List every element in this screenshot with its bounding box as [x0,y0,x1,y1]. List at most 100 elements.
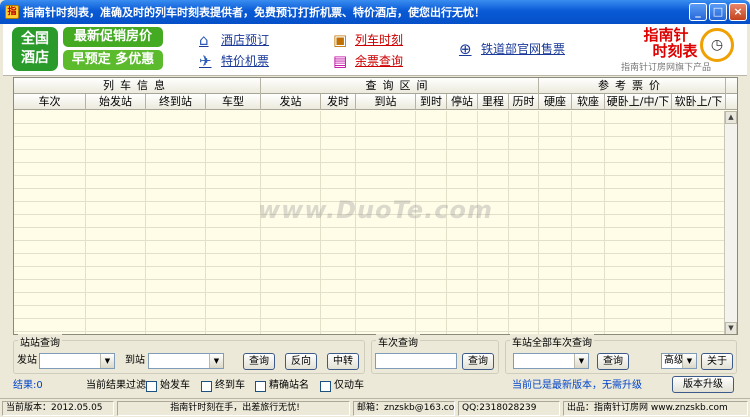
train-query-button[interactable]: 查询 [462,353,494,370]
group-header-train-info: 列车信息 [14,78,261,94]
brand-line2: 时刻表 [652,42,698,60]
origin-train-checkbox[interactable]: 始发车 [146,379,190,393]
timetable-link[interactable]: ▣ 列车时刻 [333,31,403,48]
close-button[interactable]: × [729,3,747,21]
all-trains-query-button[interactable]: 查询 [597,353,629,370]
station-combo[interactable]: ▼ [513,353,589,369]
hotel-logo-line1: 全国 [21,31,49,47]
col-arrive-station[interactable]: 到站 [356,94,416,110]
chevron-down-icon[interactable]: ▼ [574,354,588,368]
flight-label: 特价机票 [221,54,270,68]
status-qq: QQ:2318028239 [458,401,560,416]
ticket-query-label: 余票查询 [355,54,404,68]
train-number-input[interactable] [375,353,457,369]
ticket-query-link[interactable]: ▤ 余票查询 [333,52,403,69]
all-trains-query-title: 车站全部车次查询 [510,334,594,349]
checkbox-icon[interactable] [201,380,212,392]
house-icon: ⌂ [199,30,209,49]
grid-vertical-scrollbar[interactable]: ▲ ▼ [724,111,737,334]
hotel-logo[interactable]: 全国 酒店 [12,27,58,71]
col-hard-sleeper[interactable]: 硬卧上/中/下 [605,94,672,110]
checkbox-icon[interactable] [146,380,157,392]
col-soft-sleeper[interactable]: 软卧上/下 [672,94,726,110]
watermark: www.DuoTe.com [258,196,493,224]
brand-logo: 指南针 时刻表 指南针订房网旗下产品 [621,27,711,74]
title-bar[interactable]: 指 指南针时刻表，准确及时的列车时刻表提供者，免费预订打折机票、特价酒店，使您出… [0,0,750,24]
promo-banner[interactable]: 最新促销房价 早预定 多优惠 [63,27,163,71]
banner: 全国 酒店 最新促销房价 早预定 多优惠 ⌂ 酒店预订 ✈ 特价机票 ▣ 列车时… [3,24,747,76]
col-stops[interactable]: 停站 [447,94,478,110]
brand-subtitle: 指南针订房网旗下产品 [621,63,712,73]
col-duration[interactable]: 历时 [509,94,539,110]
timetable-label: 列车时刻 [355,33,404,47]
filter-label: 当前结果过滤: [86,380,150,391]
from-station-combo[interactable]: ▼ [39,353,115,369]
update-message: 当前已是最新版本，无需升级 [512,380,642,391]
col-origin[interactable]: 始发站 [86,94,146,110]
maximize-button[interactable]: □ [709,3,727,21]
status-version: 当前版本：2012.05.05 [2,401,114,416]
col-depart-station[interactable]: 发站 [261,94,321,110]
station-query-title: 站站查询 [18,334,62,349]
status-slogan: 指南针时刻在手，出差旅行无忧! [117,401,350,416]
app-icon: 指 [5,5,19,19]
exact-station-checkbox[interactable]: 精确站名 [255,379,309,393]
minimize-button[interactable]: _ [689,3,707,21]
brand-line1: 指南针 [643,26,689,44]
result-count: 结果:0 [13,380,43,391]
train-icon: ▣ [333,30,348,49]
origin-train-label: 始发车 [160,380,190,391]
col-train-no[interactable]: 车次 [14,94,86,110]
to-station-label: 到站 [125,355,145,366]
to-station-combo[interactable]: ▼ [148,353,224,369]
hotel-booking-link[interactable]: ⌂ 酒店预订 [199,31,269,48]
emu-only-checkbox[interactable]: 仅动车 [320,379,364,393]
station-query-button[interactable]: 查询 [243,353,275,370]
checkbox-icon[interactable] [255,380,266,392]
airplane-icon: ✈ [199,51,212,70]
promo-line1: 最新促销房价 [63,27,163,47]
all-trains-query-group: 车站全部车次查询 ▼ 查询 高级 ▼ 关于 [505,334,737,374]
advanced-dropdown[interactable]: 高级 ▼ [661,353,697,369]
col-depart-time[interactable]: 发时 [321,94,356,110]
group-header-query-range: 查询区间 [261,78,539,94]
chevron-down-icon[interactable]: ▼ [682,354,696,368]
advanced-label: 高级 [664,355,684,366]
window-title: 指南针时刻表，准确及时的列车时刻表提供者，免费预订打折机票、特价酒店，使您出行无… [23,6,485,19]
col-hard-seat[interactable]: 硬座 [539,94,572,110]
chevron-down-icon[interactable]: ▼ [100,354,114,368]
col-train-type[interactable]: 车型 [206,94,261,110]
checkbox-icon[interactable] [320,380,331,392]
ticket-icon: ▤ [333,51,348,70]
terminal-train-label: 终到车 [215,380,245,391]
transfer-button[interactable]: 中转 [327,353,359,370]
emu-only-label: 仅动车 [334,380,364,391]
col-distance[interactable]: 里程 [478,94,509,110]
railway-official-link[interactable]: ⊕ 铁道部官网售票 [459,40,565,57]
scroll-down-icon[interactable]: ▼ [725,322,737,334]
status-email: 邮箱：znzskb@163.com [353,401,455,416]
status-bar: 当前版本：2012.05.05 指南针时刻在手，出差旅行无忧! 邮箱：znzsk… [0,398,750,417]
from-station-label: 发站 [17,355,37,366]
about-button[interactable]: 关于 [701,353,733,370]
promo-line2: 早预定 多优惠 [63,50,163,70]
col-terminal[interactable]: 终到站 [146,94,206,110]
train-query-title: 车次查询 [376,334,420,349]
chevron-down-icon[interactable]: ▼ [209,354,223,368]
col-soft-seat[interactable]: 软座 [572,94,605,110]
status-product: 出品：指南针订房网 www.znzskb.com [563,401,748,416]
col-arrive-time[interactable]: 到时 [416,94,447,110]
station-query-group: 站站查询 发站 ▼ 到站 ▼ 查询 反向 中转 [13,334,365,374]
group-header-fares: 参考票价 [539,78,726,94]
terminal-train-checkbox[interactable]: 终到车 [201,379,245,393]
railway-logo-icon: ⊕ [459,39,472,58]
clock-icon: ◷ [700,28,734,62]
flight-link[interactable]: ✈ 特价机票 [199,52,269,69]
group-header-row: 列车信息 查询区间 参考票价 [14,78,737,94]
hotel-logo-line2: 酒店 [21,50,49,66]
railway-official-label: 铁道部官网售票 [481,42,566,56]
upgrade-button[interactable]: 版本升级 [672,376,734,393]
scroll-up-icon[interactable]: ▲ [725,111,737,124]
reverse-button[interactable]: 反向 [285,353,317,370]
exact-station-label: 精确站名 [269,380,309,391]
